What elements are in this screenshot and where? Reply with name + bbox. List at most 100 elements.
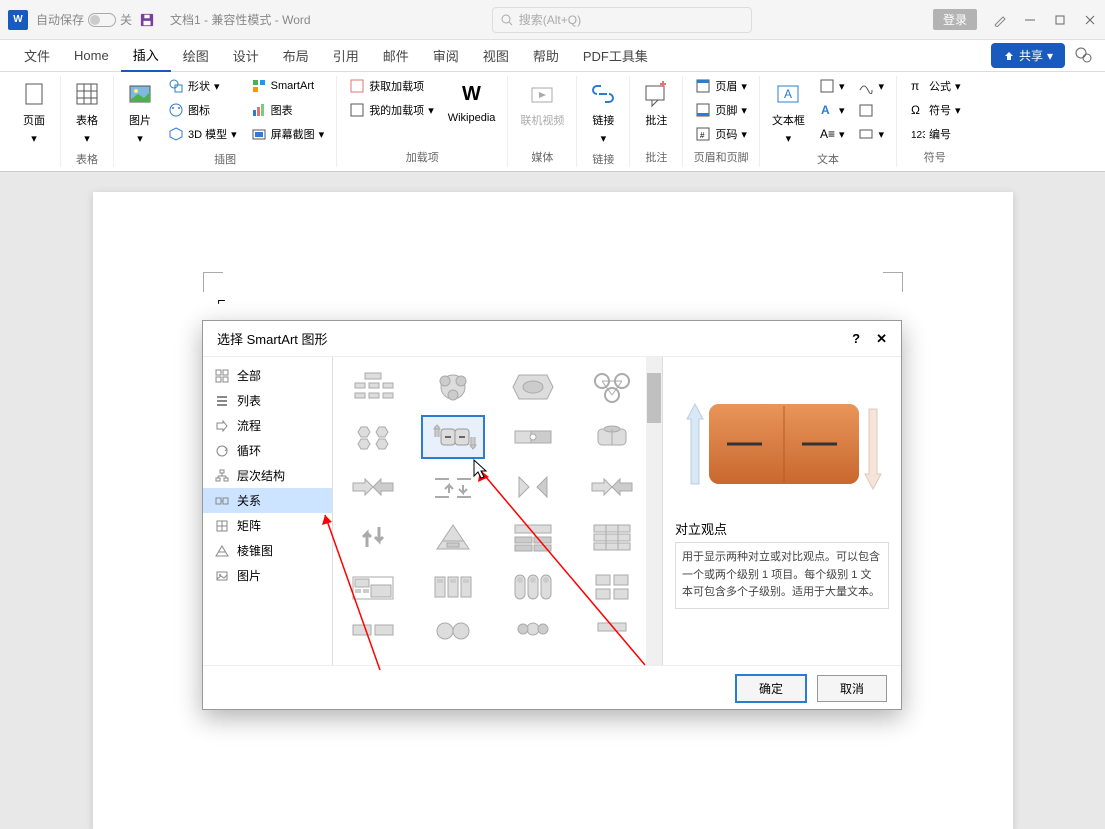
smartart-thumb[interactable]: [421, 565, 485, 609]
smartart-thumb[interactable]: [421, 515, 485, 559]
svg-text:Ω: Ω: [911, 103, 920, 117]
smartart-thumb[interactable]: [341, 465, 405, 509]
get-addins-button[interactable]: 获取加载项: [345, 76, 438, 96]
tab-review[interactable]: 审阅: [421, 40, 471, 71]
online-video-button[interactable]: 联机视频: [516, 76, 568, 132]
text-cursor: ⌐: [218, 292, 226, 308]
textbox-button[interactable]: A文本框▾: [768, 76, 809, 149]
page-number-button[interactable]: #页码 ▾: [691, 124, 751, 144]
search-input[interactable]: 搜索(Alt+Q): [492, 7, 752, 33]
tab-draw[interactable]: 绘图: [171, 40, 221, 71]
smartart-thumb[interactable]: [580, 465, 644, 509]
tab-references[interactable]: 引用: [321, 40, 371, 71]
screenshot-button[interactable]: 屏幕截图 ▾: [247, 124, 329, 144]
group-table: 表格: [76, 149, 98, 169]
smartart-thumb[interactable]: [501, 515, 565, 559]
link-button[interactable]: 链接▾: [585, 76, 621, 149]
wikipedia-button[interactable]: WWikipedia: [444, 76, 500, 128]
picture-button[interactable]: 图片▾: [122, 76, 158, 149]
tab-home[interactable]: Home: [62, 42, 121, 69]
smartart-thumb[interactable]: [501, 615, 565, 659]
svg-text:#: #: [700, 131, 705, 140]
my-addins-button[interactable]: 我的加载项 ▾: [345, 100, 438, 120]
title-bar: W 自动保存 关 文档1 - 兼容性模式 - Word 搜索(Alt+Q) 登录: [0, 0, 1105, 40]
category-cycle[interactable]: 循环: [203, 438, 332, 463]
category-process[interactable]: 流程: [203, 413, 332, 438]
smartart-thumb[interactable]: [341, 565, 405, 609]
gallery: [333, 357, 663, 665]
cancel-button[interactable]: 取消: [817, 675, 887, 702]
icons-button[interactable]: 图标: [164, 100, 241, 120]
search-icon: [501, 14, 513, 26]
signature-button[interactable]: ▾: [854, 76, 888, 96]
category-picture[interactable]: 图片: [203, 563, 332, 588]
pen-icon[interactable]: [993, 13, 1007, 27]
category-relationship[interactable]: 关系: [203, 488, 332, 513]
smartart-thumb[interactable]: [421, 615, 485, 659]
smartart-thumb[interactable]: [341, 615, 405, 659]
tab-view[interactable]: 视图: [471, 40, 521, 71]
help-icon[interactable]: ?: [852, 331, 860, 347]
tab-insert[interactable]: 插入: [121, 39, 171, 72]
smartart-thumb[interactable]: [341, 365, 405, 409]
equation-button[interactable]: π公式 ▾: [905, 76, 965, 96]
tab-mailings[interactable]: 邮件: [371, 40, 421, 71]
category-all[interactable]: 全部: [203, 363, 332, 388]
tab-help[interactable]: 帮助: [521, 40, 571, 71]
category-list[interactable]: 列表: [203, 388, 332, 413]
smartart-thumb[interactable]: [421, 465, 485, 509]
smartart-thumb[interactable]: [580, 515, 644, 559]
object-button[interactable]: ▾: [854, 124, 888, 144]
smartart-thumb[interactable]: [501, 465, 565, 509]
preview-title: 对立观点: [675, 519, 889, 538]
ok-button[interactable]: 确定: [735, 674, 807, 703]
maximize-icon[interactable]: [1053, 13, 1067, 27]
tab-layout[interactable]: 布局: [271, 40, 321, 71]
close-icon[interactable]: [1083, 13, 1097, 27]
group-addins: 加载项: [406, 147, 439, 167]
3d-model-button[interactable]: 3D 模型 ▾: [164, 124, 241, 144]
footer-button[interactable]: 页脚 ▾: [691, 100, 751, 120]
smartart-thumb[interactable]: [341, 515, 405, 559]
smartart-thumb[interactable]: [501, 365, 565, 409]
smartart-thumb[interactable]: [580, 415, 644, 459]
date-button[interactable]: [854, 100, 888, 120]
wordart-button[interactable]: A▾: [815, 100, 849, 120]
table-button[interactable]: 表格▾: [69, 76, 105, 149]
tab-file[interactable]: 文件: [12, 40, 62, 71]
margin-corner: [203, 272, 223, 292]
category-pyramid[interactable]: 棱锥图: [203, 538, 332, 563]
smartart-thumb[interactable]: [501, 565, 565, 609]
tab-design[interactable]: 设计: [221, 40, 271, 71]
category-matrix[interactable]: 矩阵: [203, 513, 332, 538]
tab-pdf[interactable]: PDF工具集: [571, 40, 660, 71]
smartart-thumb[interactable]: [580, 565, 644, 609]
save-icon[interactable]: [140, 13, 154, 27]
smartart-thumb[interactable]: [580, 615, 644, 659]
page-button[interactable]: 页面▾: [16, 76, 52, 149]
text-parts-button[interactable]: ▾: [815, 76, 849, 96]
smartart-button[interactable]: SmartArt: [247, 76, 329, 96]
smartart-thumb[interactable]: [421, 365, 485, 409]
minimize-icon[interactable]: [1023, 13, 1037, 27]
autosave-toggle[interactable]: 自动保存 关: [36, 11, 132, 28]
smartart-thumb[interactable]: [341, 415, 405, 459]
dropcap-button[interactable]: A≡▾: [815, 124, 849, 144]
share-button[interactable]: 共享 ▾: [991, 43, 1065, 68]
smartart-thumb[interactable]: [580, 365, 644, 409]
scrollbar[interactable]: [646, 357, 662, 665]
header-button[interactable]: 页眉 ▾: [691, 76, 751, 96]
login-button[interactable]: 登录: [933, 9, 977, 30]
category-hierarchy[interactable]: 层次结构: [203, 463, 332, 488]
close-icon[interactable]: ✕: [876, 331, 887, 347]
smartart-thumb[interactable]: [501, 415, 565, 459]
comment-button[interactable]: 批注: [638, 76, 674, 132]
smartart-thumb-opposing-ideas[interactable]: [421, 415, 485, 459]
svg-text:A: A: [784, 87, 792, 101]
number-button[interactable]: 123编号: [905, 124, 965, 144]
chart-button[interactable]: 图表: [247, 100, 329, 120]
comments-icon[interactable]: [1075, 47, 1093, 65]
toggle-icon[interactable]: [88, 13, 116, 27]
symbol-button[interactable]: Ω符号 ▾: [905, 100, 965, 120]
shapes-button[interactable]: 形状 ▾: [164, 76, 241, 96]
